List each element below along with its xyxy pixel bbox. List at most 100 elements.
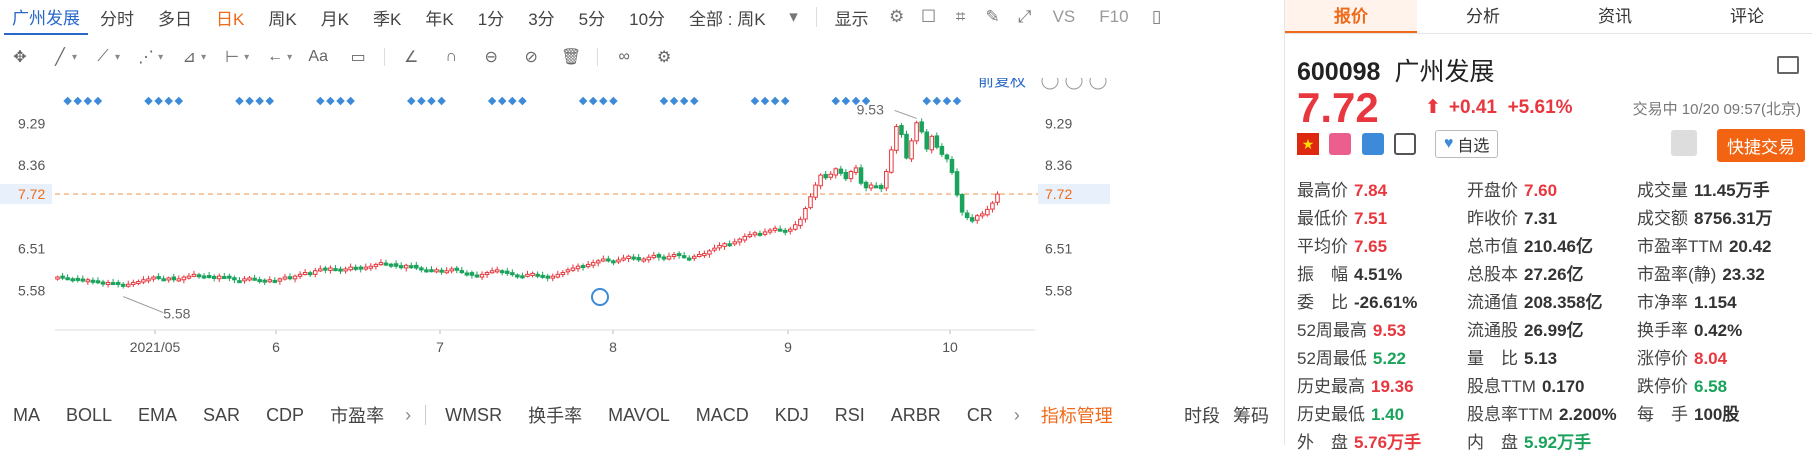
candle-body[interactable]: [211, 275, 217, 279]
indicator-6[interactable]: WMSR: [432, 405, 515, 426]
candle-body[interactable]: [110, 282, 116, 286]
signal-marker[interactable]: [760, 96, 770, 106]
signal-marker[interactable]: [669, 96, 679, 106]
candle-body[interactable]: [494, 269, 500, 273]
candle-body[interactable]: [489, 270, 495, 274]
chips-button[interactable]: 筹码: [1233, 402, 1282, 428]
candle-body[interactable]: [757, 232, 763, 236]
candle-body[interactable]: [60, 275, 65, 279]
candle-body[interactable]: [813, 184, 818, 198]
candle-body[interactable]: [636, 257, 641, 261]
signal-marker[interactable]: [659, 96, 669, 106]
candle-body[interactable]: [985, 208, 990, 216]
candle-body[interactable]: [540, 274, 545, 278]
candle-body[interactable]: [732, 241, 737, 245]
signal-marker[interactable]: [83, 96, 93, 106]
signal-marker[interactable]: [407, 96, 416, 106]
period-tab-7[interactable]: 1分: [466, 5, 516, 30]
indicator-11[interactable]: RSI: [822, 405, 878, 426]
trash-icon[interactable]: 🗑: [560, 46, 582, 68]
candle-body[interactable]: [358, 266, 364, 270]
panel-toggle-icon[interactable]: ▯: [1147, 7, 1167, 27]
magnet-icon[interactable]: ∩: [440, 46, 462, 68]
candle-body[interactable]: [95, 280, 101, 284]
candle-body[interactable]: [297, 273, 303, 277]
candle-body[interactable]: [343, 268, 348, 272]
candle-body[interactable]: [833, 168, 839, 176]
candle-body[interactable]: [929, 135, 935, 151]
signal-marker[interactable]: [518, 96, 527, 106]
tag-icon[interactable]: [1361, 133, 1384, 155]
candle-body[interactable]: [459, 270, 465, 274]
candle-body[interactable]: [838, 168, 844, 174]
candle-body[interactable]: [419, 267, 424, 271]
candle-body[interactable]: [727, 243, 732, 247]
candle-body[interactable]: [656, 254, 662, 258]
signal-marker[interactable]: [346, 96, 355, 106]
chart-svg[interactable]: 前复权 9.29 9.29 8.36 8.36 7.72 7.72 6.51 6.51 5.58 5…: [0, 72, 1282, 396]
chevron-down-icon[interactable]: ▾: [287, 52, 292, 63]
candle-body[interactable]: [237, 280, 242, 284]
candle-body[interactable]: [181, 276, 187, 281]
candle-body[interactable]: [201, 275, 207, 279]
candle-body[interactable]: [681, 255, 687, 259]
signal-marker[interactable]: [437, 96, 446, 106]
candle-body[interactable]: [616, 259, 621, 263]
candle-body[interactable]: [227, 275, 232, 279]
period-tab-2[interactable]: 日K: [204, 5, 256, 30]
signal-marker[interactable]: [417, 96, 426, 106]
candle-body[interactable]: [444, 270, 449, 274]
display-dropdown[interactable]: 显示: [823, 5, 881, 30]
stock-tab[interactable]: 广州发展: [4, 0, 88, 35]
tab-quote[interactable]: 报价: [1285, 0, 1417, 33]
indicator-10[interactable]: KDJ: [762, 405, 822, 426]
vs-button[interactable]: VS: [1041, 7, 1088, 27]
signal-marker[interactable]: [245, 96, 254, 106]
candle-body[interactable]: [520, 275, 525, 279]
candle-body[interactable]: [858, 167, 864, 184]
candle-body[interactable]: [585, 263, 591, 268]
candle-body[interactable]: [120, 283, 126, 287]
financing-icon[interactable]: [1329, 133, 1352, 155]
candle-body[interactable]: [206, 275, 212, 279]
candle-body[interactable]: [292, 275, 298, 280]
candle-body[interactable]: [712, 247, 717, 251]
signal-marker[interactable]: [255, 96, 264, 106]
candle-body[interactable]: [798, 218, 803, 227]
candle-body[interactable]: [788, 228, 793, 232]
candle-body[interactable]: [782, 229, 788, 233]
candle-body[interactable]: [398, 265, 404, 269]
signal-marker[interactable]: [497, 96, 507, 106]
candle-body[interactable]: [737, 238, 743, 243]
signal-marker[interactable]: [63, 96, 72, 106]
signal-marker[interactable]: [174, 96, 184, 106]
candle-body[interactable]: [434, 269, 439, 273]
indicator-2[interactable]: EMA: [125, 405, 190, 426]
detail-toggle-icon[interactable]: [1777, 56, 1799, 74]
candle-body[interactable]: [884, 171, 889, 189]
candle-body[interactable]: [469, 272, 475, 276]
candle-body[interactable]: [843, 171, 849, 180]
candle-body[interactable]: [580, 265, 586, 269]
candle-body[interactable]: [868, 184, 874, 189]
signal-marker[interactable]: [952, 96, 962, 106]
candle-body[interactable]: [959, 194, 965, 213]
signal-marker[interactable]: [164, 96, 173, 106]
candle-body[interactable]: [995, 193, 1000, 203]
candle-body[interactable]: [216, 275, 222, 280]
candle-body[interactable]: [90, 279, 96, 283]
indicator-5[interactable]: 市盈率: [317, 402, 397, 428]
text-aa-icon[interactable]: Aa: [307, 46, 329, 68]
zoom-in-icon[interactable]: [1089, 72, 1107, 90]
candle-body[interactable]: [535, 273, 540, 277]
candle-body[interactable]: [863, 181, 869, 189]
signal-marker[interactable]: [750, 96, 760, 106]
candle-body[interactable]: [671, 253, 677, 257]
period-tab-1[interactable]: 多日: [146, 5, 204, 30]
candle-body[interactable]: [55, 276, 60, 280]
signal-marker[interactable]: [841, 96, 851, 106]
candle-body[interactable]: [363, 266, 369, 270]
candle-body[interactable]: [969, 217, 975, 222]
signal-marker[interactable]: [770, 96, 780, 106]
chevron-down-icon[interactable]: ▾: [158, 52, 163, 63]
